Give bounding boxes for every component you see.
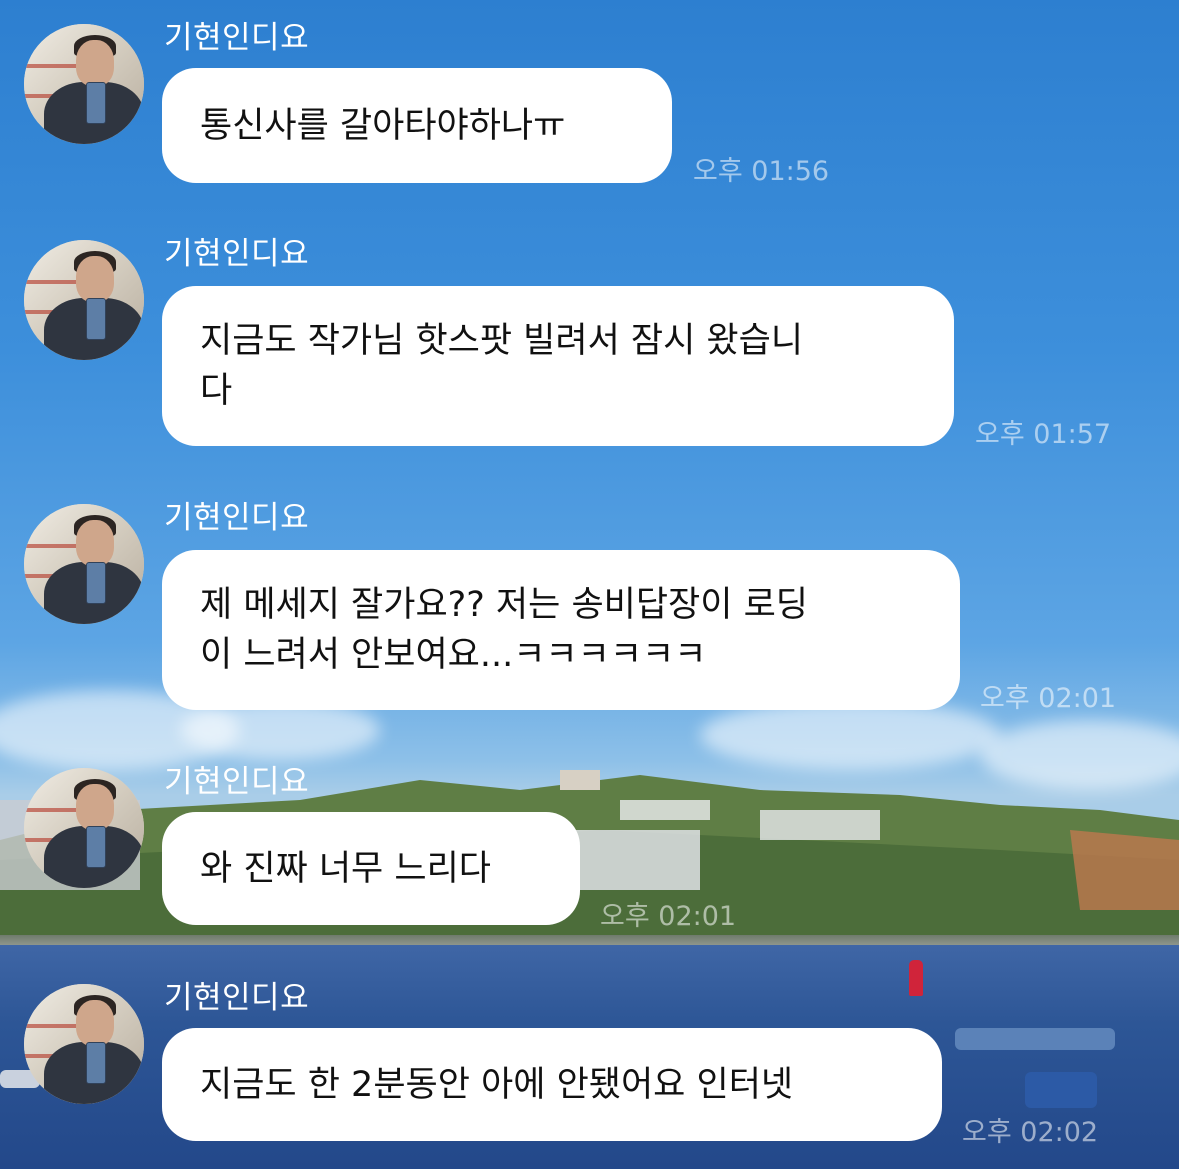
avatar[interactable] — [24, 504, 144, 624]
avatar[interactable] — [24, 984, 144, 1104]
boat — [1025, 1072, 1097, 1108]
message-text: 와 진짜 너무 느리다 — [200, 848, 491, 889]
avatar-detail — [76, 40, 114, 86]
avatar-detail — [76, 520, 114, 566]
message-text: 지금도 한 2분동안 아에 안됐어요 인터넷 — [200, 1064, 794, 1105]
sender-name: 기현인디요 — [164, 980, 310, 1016]
message-bubble[interactable]: 제 메세지 잘가요?? 저는 송비답장이 로딩 이 느려서 안보여요...ㅋㅋㅋ… — [162, 550, 960, 710]
message-text: 통신사를 갈아타야하나ㅠ — [200, 105, 566, 146]
sender-name: 기현인디요 — [164, 236, 310, 272]
message-bubble[interactable]: 와 진짜 너무 느리다 — [162, 812, 580, 925]
avatar-detail — [86, 826, 106, 868]
message-text: 지금도 작가님 핫스팟 빌려서 잠시 왔습니 다 — [200, 321, 804, 411]
avatar-detail — [76, 784, 114, 830]
boat — [955, 1028, 1115, 1050]
avatar[interactable] — [24, 24, 144, 144]
avatar-detail — [86, 562, 106, 604]
avatar-detail — [76, 256, 114, 302]
avatar-detail — [86, 298, 106, 340]
avatar[interactable] — [24, 240, 144, 360]
message-text: 제 메세지 잘가요?? 저는 송비답장이 로딩 이 느려서 안보여요...ㅋㅋㅋ… — [200, 585, 808, 675]
avatar-detail — [76, 1000, 114, 1046]
message-time: 오후 01:57 — [975, 419, 1112, 450]
message-bubble[interactable]: 지금도 작가님 핫스팟 빌려서 잠시 왔습니 다 — [162, 286, 954, 446]
cloud — [700, 700, 1000, 770]
sender-name: 기현인디요 — [164, 500, 310, 536]
message-time: 오후 01:56 — [693, 156, 830, 187]
avatar-detail — [86, 82, 106, 124]
message-bubble[interactable]: 통신사를 갈아타야하나ㅠ — [162, 68, 672, 183]
message-bubble[interactable]: 지금도 한 2분동안 아에 안됐어요 인터넷 — [162, 1028, 942, 1141]
sender-name: 기현인디요 — [164, 764, 310, 800]
message-time: 오후 02:01 — [600, 901, 737, 932]
avatar-detail — [86, 1042, 106, 1084]
message-time: 오후 02:02 — [962, 1117, 1099, 1148]
message-time: 오후 02:01 — [980, 683, 1117, 714]
buoy — [909, 960, 923, 996]
sender-name: 기현인디요 — [164, 20, 310, 56]
avatar[interactable] — [24, 768, 144, 888]
